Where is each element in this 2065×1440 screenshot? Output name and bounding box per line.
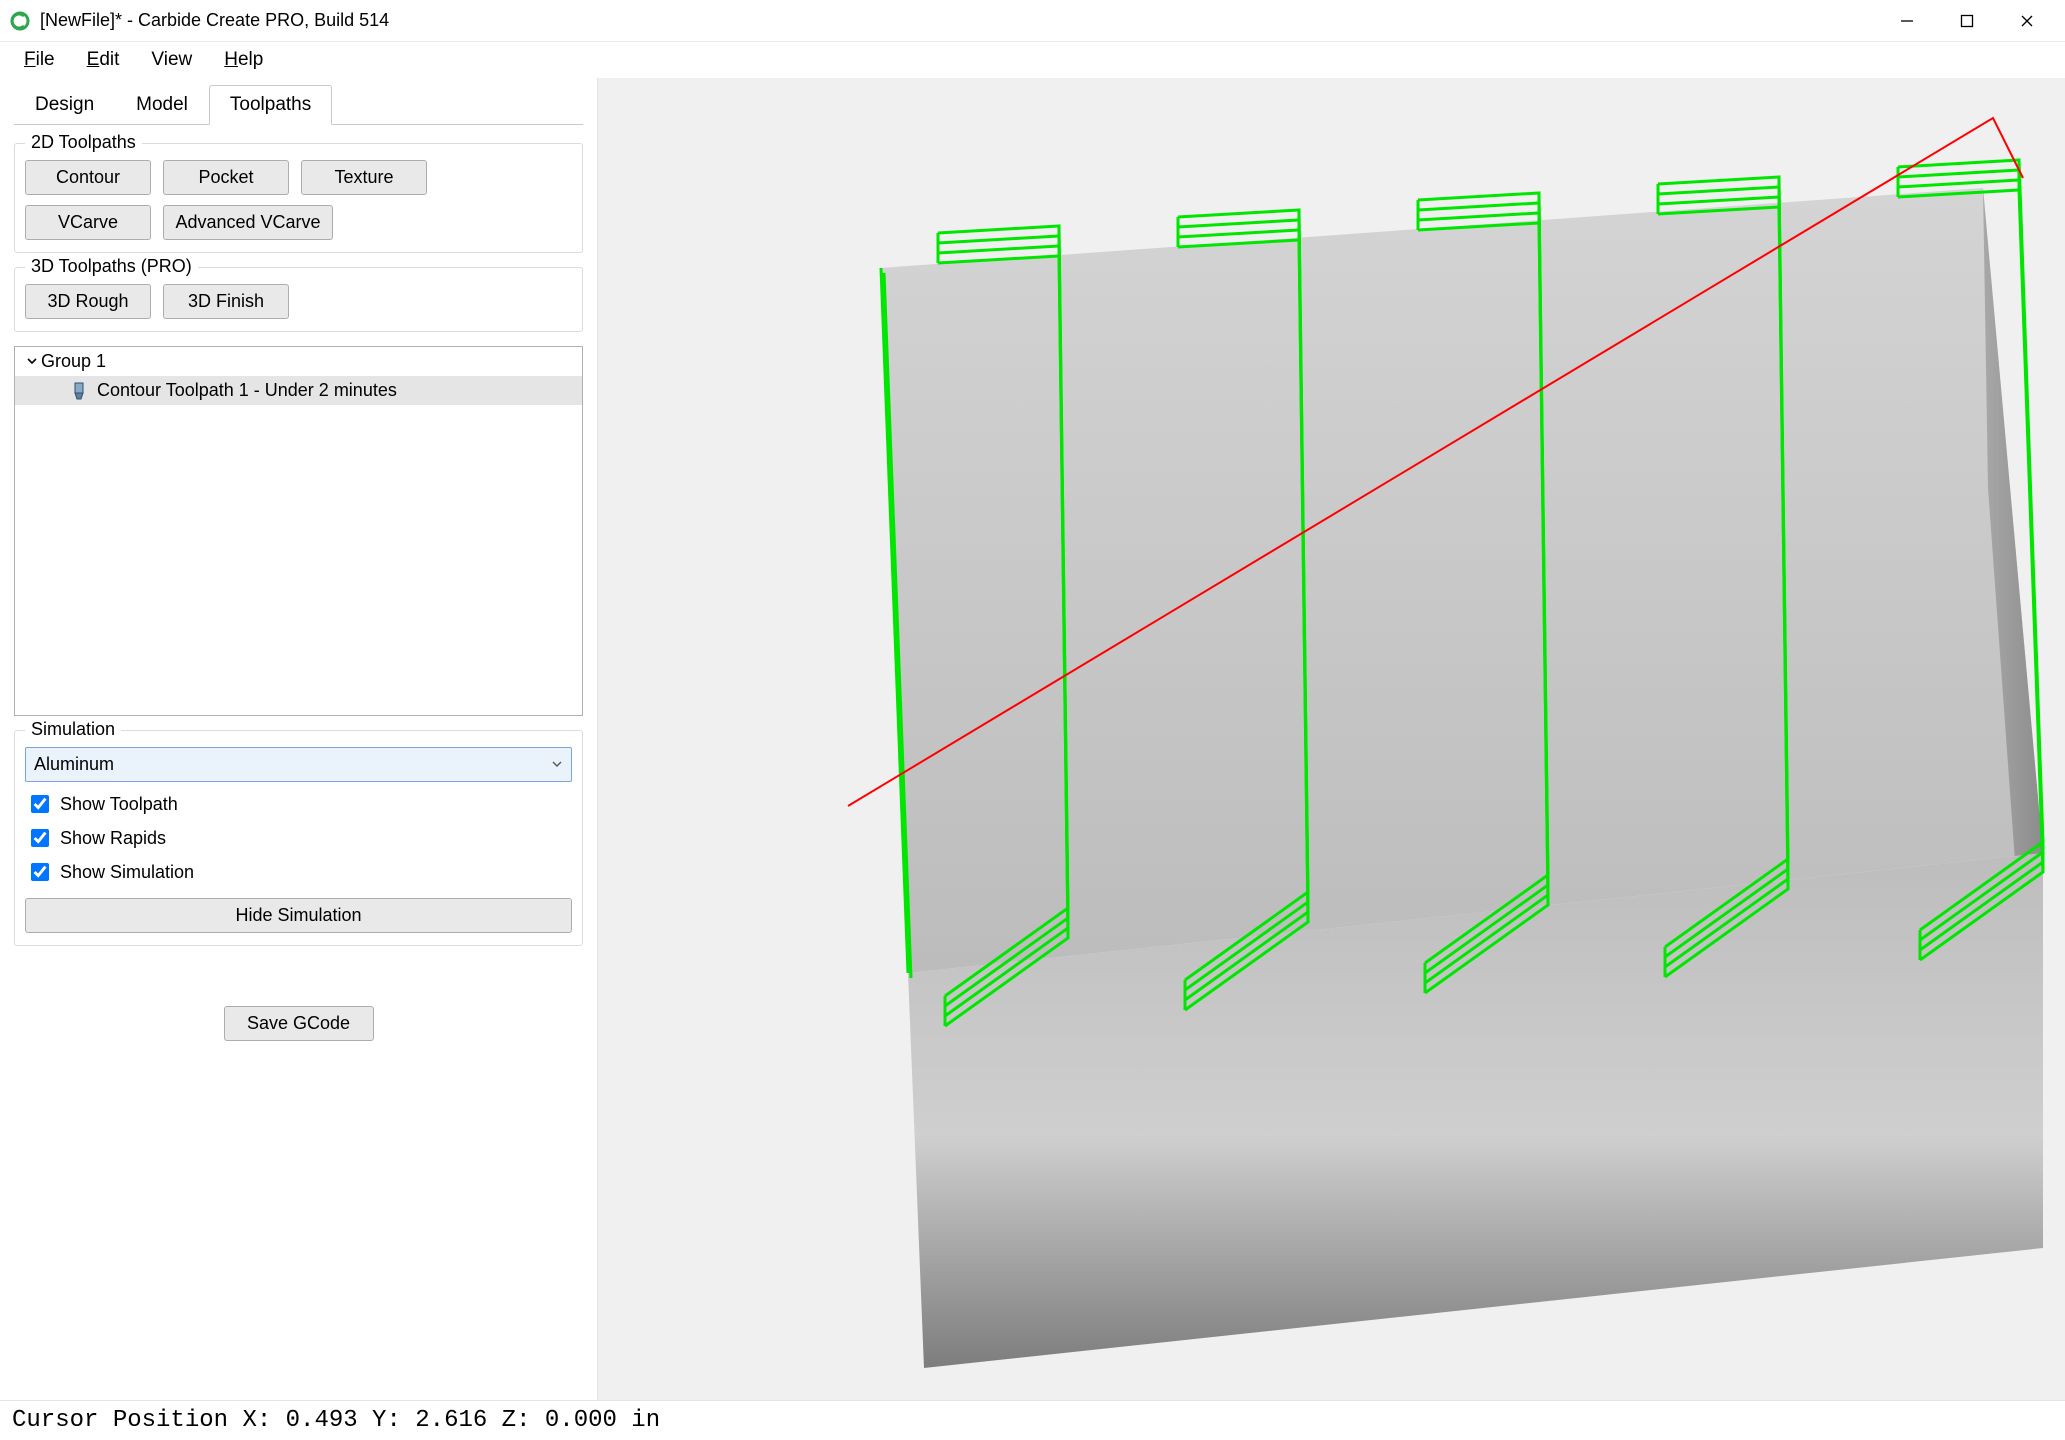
maximize-button[interactable]: [1937, 0, 1997, 42]
minimize-button[interactable]: [1877, 0, 1937, 42]
close-button[interactable]: [1997, 0, 2057, 42]
menu-help[interactable]: Help: [208, 45, 279, 75]
show-rapids-checkbox[interactable]: Show Rapids: [27, 826, 570, 850]
tabstrip: Design Model Toolpaths: [14, 84, 583, 125]
show-toolpath-checkbox[interactable]: Show Toolpath: [27, 792, 570, 816]
contour-button[interactable]: Contour: [25, 160, 151, 195]
show-toolpath-label: Show Toolpath: [60, 794, 178, 815]
titlebar: [NewFile]* - Carbide Create PRO, Build 5…: [0, 0, 2065, 42]
app-icon: [10, 11, 30, 31]
window-title: [NewFile]* - Carbide Create PRO, Build 5…: [40, 10, 389, 31]
simulation-render: [598, 78, 2065, 1400]
advanced-vcarve-button[interactable]: Advanced VCarve: [163, 205, 333, 240]
material-value: Aluminum: [34, 754, 114, 775]
group-3d-legend: 3D Toolpaths (PRO): [25, 256, 198, 277]
group-2d-toolpaths: 2D Toolpaths Contour Pocket Texture VCar…: [14, 143, 583, 253]
menu-help-rest: elp: [238, 49, 263, 70]
menu-edit-rest: dit: [99, 49, 119, 70]
show-simulation-label: Show Simulation: [60, 862, 194, 883]
tree-group-label: Group 1: [41, 351, 106, 372]
statusbar: Cursor Position X: 0.493 Y: 2.616 Z: 0.0…: [0, 1400, 2065, 1440]
show-rapids-input[interactable]: [31, 829, 49, 847]
3d-rough-button[interactable]: 3D Rough: [25, 284, 151, 319]
menu-view-label: View: [151, 49, 192, 70]
menu-file-rest: ile: [36, 49, 55, 70]
tree-group-row[interactable]: Group 1: [15, 347, 582, 376]
show-rapids-label: Show Rapids: [60, 828, 166, 849]
endmill-icon: [69, 381, 89, 401]
chevron-down-icon[interactable]: [23, 351, 41, 372]
tab-design[interactable]: Design: [14, 85, 115, 125]
group-3d-toolpaths: 3D Toolpaths (PRO) 3D Rough 3D Finish: [14, 267, 583, 332]
show-simulation-input[interactable]: [31, 863, 49, 881]
show-simulation-checkbox[interactable]: Show Simulation: [27, 860, 570, 884]
material-select[interactable]: Aluminum: [25, 747, 572, 782]
menubar: File Edit View Help: [0, 42, 2065, 78]
sidebar: Design Model Toolpaths 2D Toolpaths Cont…: [0, 78, 598, 1400]
group-2d-legend: 2D Toolpaths: [25, 132, 142, 153]
toolpath-tree[interactable]: Group 1 Contour Toolpath 1 - Under 2 min…: [14, 346, 583, 716]
show-toolpath-input[interactable]: [31, 795, 49, 813]
vcarve-button[interactable]: VCarve: [25, 205, 151, 240]
tab-toolpaths[interactable]: Toolpaths: [209, 85, 332, 125]
status-text: Cursor Position X: 0.493 Y: 2.616 Z: 0.0…: [12, 1407, 660, 1434]
tree-item-row[interactable]: Contour Toolpath 1 - Under 2 minutes: [15, 376, 582, 405]
menu-view[interactable]: View: [135, 45, 208, 75]
save-gcode-button[interactable]: Save GCode: [224, 1006, 374, 1041]
tree-item-label: Contour Toolpath 1 - Under 2 minutes: [97, 380, 397, 401]
menu-file[interactable]: File: [8, 45, 71, 75]
3d-viewport[interactable]: [598, 78, 2065, 1400]
menu-edit[interactable]: Edit: [71, 45, 136, 75]
group-simulation: Simulation Aluminum Show Toolpath Show R…: [14, 730, 583, 946]
tab-model[interactable]: Model: [115, 85, 209, 125]
stock-top-face: [881, 188, 2043, 973]
texture-button[interactable]: Texture: [301, 160, 427, 195]
chevron-down-icon: [551, 754, 563, 775]
3d-finish-button[interactable]: 3D Finish: [163, 284, 289, 319]
hide-simulation-button[interactable]: Hide Simulation: [25, 898, 572, 933]
pocket-button[interactable]: Pocket: [163, 160, 289, 195]
simulation-legend: Simulation: [25, 719, 121, 740]
